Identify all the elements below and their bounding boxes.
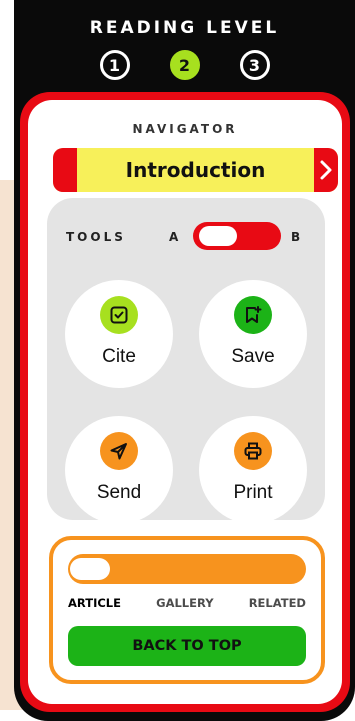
save-label: Save xyxy=(231,346,275,367)
tools-title: TOOLS xyxy=(66,230,126,244)
send-button[interactable]: Send xyxy=(65,416,173,524)
level-3-button[interactable]: 3 xyxy=(239,50,270,80)
level-1-button[interactable]: 1 xyxy=(99,50,130,80)
content-tabs: ARTICLE GALLERY RELATED xyxy=(68,596,306,610)
checkbox-icon xyxy=(110,306,128,324)
ab-toggle-switch[interactable] xyxy=(193,222,281,250)
cite-icon-circle xyxy=(100,296,138,334)
back-to-top-button[interactable]: BACK TO TOP xyxy=(68,626,306,666)
save-icon-circle xyxy=(234,296,272,334)
tab-slider-knob[interactable] xyxy=(70,558,110,580)
navigator-title: NAVIGATOR xyxy=(132,122,238,136)
print-label: Print xyxy=(233,482,273,503)
reading-level-title: READING LEVEL xyxy=(89,18,280,38)
cite-button[interactable]: Cite xyxy=(65,280,173,388)
send-icon-circle xyxy=(100,432,138,470)
printer-icon xyxy=(244,442,262,460)
reading-level-selector: 1 2 3 xyxy=(14,50,355,80)
save-button[interactable]: Save xyxy=(199,280,307,388)
chevron-right-icon xyxy=(320,160,332,180)
cite-label: Cite xyxy=(102,346,136,367)
toggle-knob xyxy=(199,226,237,246)
current-section-label: Introduction xyxy=(125,158,266,182)
toggle-option-a-label: A xyxy=(169,230,179,244)
print-icon-circle xyxy=(234,432,272,470)
navigator-bar[interactable]: Introduction xyxy=(53,148,338,192)
send-label: Send xyxy=(96,482,142,503)
toggle-option-b-label: B xyxy=(291,230,301,244)
tools-panel: TOOLS A B Cite Save Send Print xyxy=(47,198,325,524)
send-icon xyxy=(110,443,127,460)
next-section-button[interactable] xyxy=(314,148,338,192)
tab-related[interactable]: RELATED xyxy=(249,596,306,610)
bookmark-plus-icon xyxy=(246,306,262,323)
tab-article[interactable]: ARTICLE xyxy=(68,596,121,610)
tab-gallery[interactable]: GALLERY xyxy=(156,596,213,610)
tab-slider[interactable] xyxy=(68,554,306,584)
level-2-button[interactable]: 2 xyxy=(169,50,200,80)
content-controls-panel: ARTICLE GALLERY RELATED BACK TO TOP xyxy=(49,536,325,684)
print-button[interactable]: Print xyxy=(199,416,307,524)
